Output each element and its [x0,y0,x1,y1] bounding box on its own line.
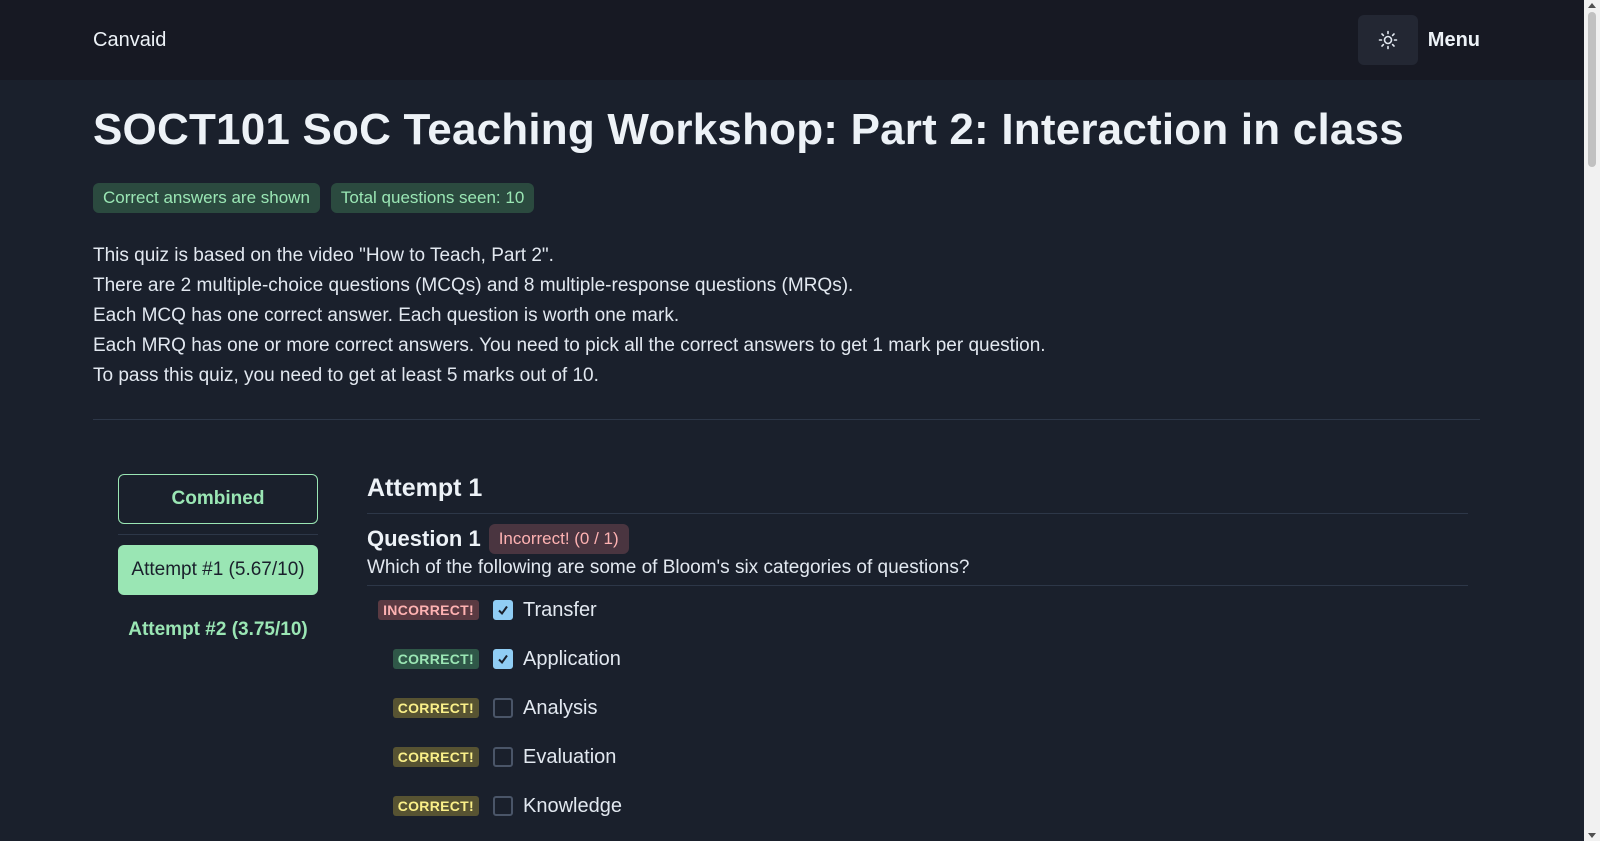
description-line: To pass this quiz, you need to get at le… [93,364,599,386]
info-tags: Correct answers are shown Total question… [93,182,1480,213]
quiz-description: This quiz is based on the video "How to … [93,241,1480,391]
answer-option: CORRECT! Application [367,635,1468,684]
answer-label: Evaluation [523,745,617,768]
answer-checkbox[interactable] [493,747,513,768]
section-divider [93,418,1480,420]
description-line: Each MRQ has one or more correct answers… [93,334,1046,356]
scroll-thumb[interactable] [1588,12,1596,167]
answer-label: Analysis [523,696,598,719]
answer-option: CORRECT! Evaluation [367,733,1468,782]
description-line: Each MCQ has one correct answer. Each qu… [93,304,680,326]
answer-options: INCORRECT! Transfer CORRECT! Application [367,586,1468,831]
scroll-up-arrow-icon[interactable] [1588,3,1596,8]
sidebar-divider [118,533,318,535]
description-line: This quiz is based on the video "How to … [93,244,554,266]
answer-option: CORRECT! Knowledge [367,782,1468,831]
combined-button[interactable]: Combined [118,473,318,524]
page-content: SOCT101 SoC Teaching Workshop: Part 2: I… [0,104,1584,831]
result-badge: CORRECT! [392,698,479,719]
attempt-title: Attempt 1 [367,474,1468,514]
attempt-2-tab[interactable]: Attempt #2 (3.75/10) [118,605,318,655]
check-icon [498,606,508,616]
question-status-badge: Incorrect! (0 / 1) [488,523,629,554]
app-viewport: Canvaid Menu SOCT101 SoC Teaching Worksh… [0,0,1584,841]
attempt-1-tab[interactable]: Attempt #1 (5.67/10) [118,544,318,595]
answer-checkbox[interactable] [493,649,513,670]
theme-toggle-button[interactable] [1357,15,1418,65]
result-badge: CORRECT! [392,747,479,768]
correct-answers-tag: Correct answers are shown [93,182,320,213]
result-badge: INCORRECT! [378,600,479,621]
question-text: Which of the following are some of Bloom… [367,554,1468,586]
question-title: Question 1 [367,525,481,551]
answer-label: Knowledge [523,794,622,817]
answer-label: Transfer [523,598,597,621]
page-title: SOCT101 SoC Teaching Workshop: Part 2: I… [93,105,1404,154]
attempt-panel: Attempt 1 Question 1 Incorrect! (0 / 1) … [367,474,1468,831]
check-icon [498,655,508,665]
description-line: There are 2 multiple-choice questions (M… [93,274,854,296]
attempt-sidebar: Combined Attempt #1 (5.67/10) Attempt #2… [118,473,318,831]
answer-checkbox[interactable] [493,698,513,719]
result-badge: CORRECT! [392,649,479,670]
total-questions-tag: Total questions seen: 10 [330,182,535,213]
answer-option: CORRECT! Analysis [367,684,1468,733]
scroll-down-arrow-icon[interactable] [1588,833,1596,838]
answer-checkbox[interactable] [493,796,513,817]
brand-logo[interactable]: Canvaid [93,29,166,52]
vertical-scrollbar[interactable] [1584,0,1600,841]
result-badge: CORRECT! [392,796,479,817]
menu-button[interactable]: Menu [1428,29,1480,52]
sun-icon [1378,30,1398,50]
answer-checkbox[interactable] [493,600,513,621]
navbar-actions: Menu [1357,15,1480,65]
top-navbar: Canvaid Menu [0,0,1584,80]
answer-label: Application [523,647,621,670]
question-header: Question 1 Incorrect! (0 / 1) [367,523,1468,554]
attempts-section: Combined Attempt #1 (5.67/10) Attempt #2… [93,473,1480,831]
answer-option: INCORRECT! Transfer [367,586,1468,635]
